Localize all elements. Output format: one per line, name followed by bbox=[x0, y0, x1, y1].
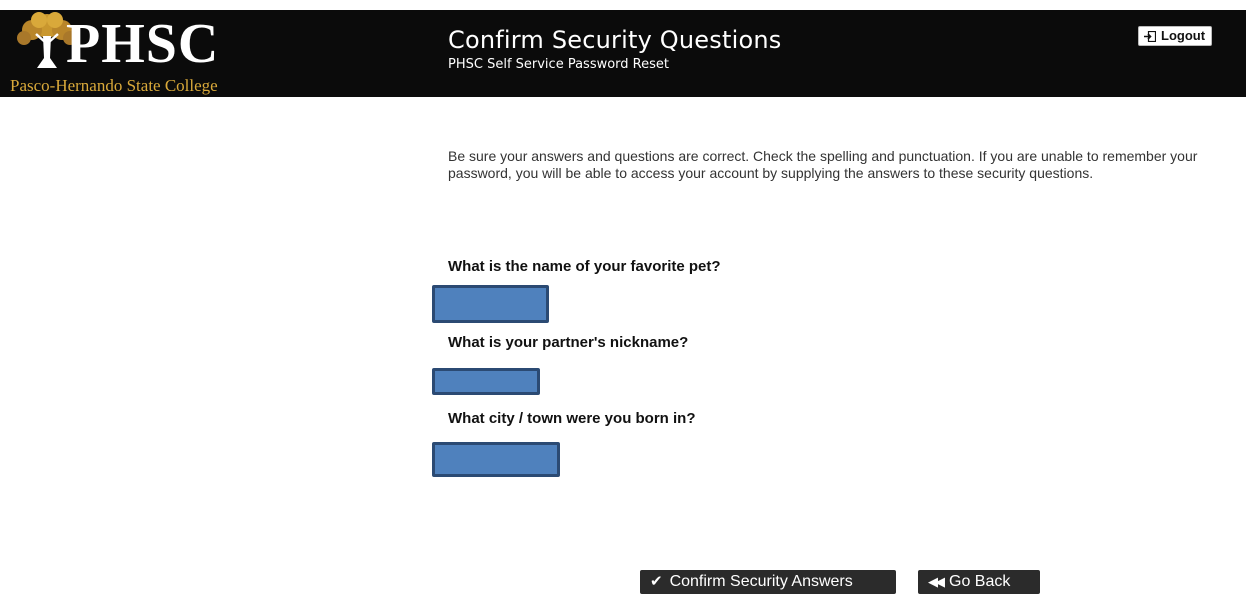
instructions-text: Be sure your answers and questions are c… bbox=[448, 148, 1198, 181]
page-subtitle: PHSC Self Service Password Reset bbox=[448, 57, 669, 72]
phsc-logo: PHSC Pasco-Hernando State College bbox=[8, 10, 248, 97]
logo-college-name: Pasco-Hernando State College bbox=[10, 76, 218, 95]
page-title: Confirm Security Questions bbox=[448, 26, 782, 54]
answer-field-nickname[interactable] bbox=[432, 368, 540, 395]
checkmark-icon: ✔ bbox=[650, 573, 663, 590]
answer-field-pet[interactable] bbox=[432, 285, 549, 323]
logout-label: Logout bbox=[1161, 28, 1206, 43]
logo-wordmark: PHSC bbox=[66, 13, 220, 75]
confirm-answers-button[interactable]: ✔ Confirm Security Answers bbox=[640, 570, 896, 594]
go-back-label: Go Back bbox=[949, 573, 1011, 590]
question-label-birthplace: What city / town were you born in? bbox=[448, 410, 696, 427]
header-bar: PHSC Pasco-Hernando State College Confir… bbox=[0, 10, 1246, 97]
confirm-answers-label: Confirm Security Answers bbox=[669, 573, 853, 590]
question-label-nickname: What is your partner's nickname? bbox=[448, 334, 689, 351]
logout-button[interactable]: Logout bbox=[1138, 26, 1213, 46]
go-back-button[interactable]: ◀◀ Go Back bbox=[918, 570, 1040, 594]
logout-icon bbox=[1144, 30, 1156, 42]
question-label-pet: What is the name of your favorite pet? bbox=[448, 258, 721, 275]
answer-field-birthplace[interactable] bbox=[432, 442, 560, 477]
title-block: Confirm Security Questions PHSC Self Ser… bbox=[448, 25, 781, 74]
fast-backward-icon: ◀◀ bbox=[928, 574, 945, 589]
